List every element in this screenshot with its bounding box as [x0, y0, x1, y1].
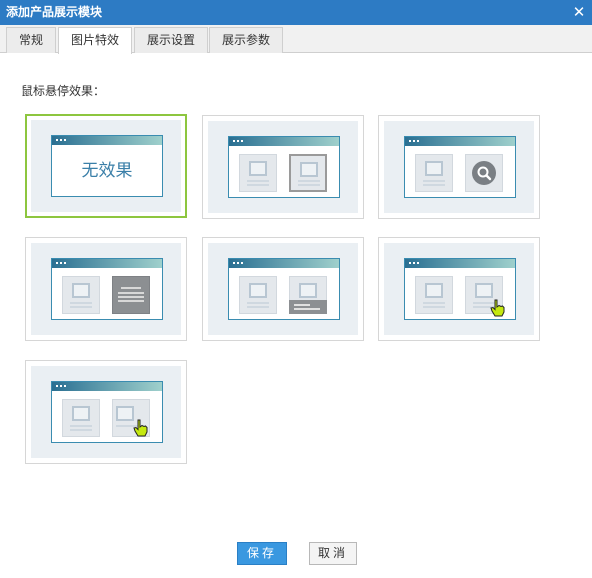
- effect-preview: [384, 243, 534, 335]
- effect-option-magnifier[interactable]: [378, 115, 540, 219]
- effect-option-cursor-hover-alt[interactable]: [25, 360, 187, 464]
- window-titlebar: [229, 259, 339, 268]
- preview-window: 无效果: [51, 135, 163, 197]
- magnifier-image-icon: [465, 154, 503, 192]
- effect-option-caption-slide[interactable]: [202, 237, 364, 341]
- preview-window: [404, 136, 516, 198]
- add-product-module-dialog: 添加产品展示模块 ✕ 常规 图片特效 展示设置 展示参数 鼠标悬停效果： 无效果: [0, 0, 592, 578]
- highlighted-image-icon: [289, 154, 327, 192]
- preview-window: [51, 381, 163, 443]
- hovered-image-icon: [465, 276, 505, 317]
- hand-cursor-icon: [490, 299, 505, 317]
- window-titlebar: [405, 137, 515, 146]
- close-icon[interactable]: ✕: [569, 2, 589, 22]
- window-titlebar: [405, 259, 515, 268]
- preview-window: [228, 258, 340, 320]
- effect-preview: [31, 243, 181, 335]
- effect-preview: [384, 121, 534, 213]
- save-button[interactable]: 保存: [237, 542, 287, 565]
- preview-window: [404, 258, 516, 320]
- cancel-button[interactable]: 取消: [309, 542, 357, 565]
- hovered-image-icon: [112, 399, 150, 437]
- image-placeholder-icon: [239, 154, 277, 192]
- window-titlebar: [52, 382, 162, 391]
- effect-preview: 无效果: [31, 120, 181, 212]
- no-effect-label: 无效果: [81, 161, 133, 181]
- tab-bar: 常规 图片特效 展示设置 展示参数: [0, 25, 592, 54]
- window-titlebar: [52, 259, 162, 268]
- dialog-title-bar: 添加产品展示模块 ✕: [0, 0, 592, 25]
- hover-effect-label: 鼠标悬停效果：: [21, 84, 106, 98]
- text-cover-image-icon: [112, 276, 150, 314]
- tab-display-settings[interactable]: 展示设置: [134, 27, 208, 53]
- search-icon: [472, 161, 496, 185]
- window-titlebar: [52, 136, 162, 145]
- window-titlebar: [229, 137, 339, 146]
- effect-option-border-highlight[interactable]: [202, 115, 364, 219]
- effect-preview: [208, 121, 358, 213]
- effect-option-cursor-hover[interactable]: [378, 237, 540, 341]
- dialog-title: 添加产品展示模块: [6, 5, 103, 19]
- tab-display-params[interactable]: 展示参数: [209, 27, 283, 53]
- preview-window: [228, 136, 340, 198]
- hand-cursor-icon: [133, 419, 148, 437]
- preview-window: [51, 258, 163, 320]
- caption-image-icon: [289, 276, 327, 314]
- image-placeholder-icon: [62, 399, 100, 437]
- effect-preview: [31, 366, 181, 458]
- image-placeholder-icon: [62, 276, 100, 314]
- tab-image-effects[interactable]: 图片特效: [58, 27, 132, 54]
- effect-option-text-cover[interactable]: [25, 237, 187, 341]
- image-placeholder-icon: [415, 276, 453, 314]
- effect-preview: [208, 243, 358, 335]
- image-placeholder-icon: [415, 154, 453, 192]
- effect-option-no-effect[interactable]: 无效果: [25, 114, 187, 218]
- image-placeholder-icon: [239, 276, 277, 314]
- tab-general[interactable]: 常规: [6, 27, 56, 53]
